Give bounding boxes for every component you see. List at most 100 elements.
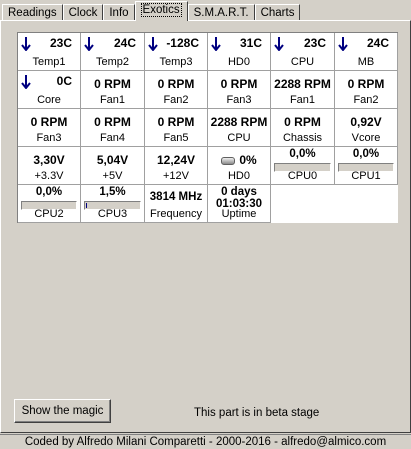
sensor-label: MB	[357, 56, 375, 68]
sensor-value: 0,0%	[352, 148, 380, 160]
sensor-label: HD0	[227, 56, 250, 68]
sensor-cell-fan5: 0 RPM Fan5	[145, 109, 208, 147]
tab-strip: Readings Clock Info Exotics S.M.A.R.T. Charts	[2, 1, 301, 21]
sensor-value: 0,0%	[289, 148, 316, 160]
sensor-label: +3.3V	[34, 170, 64, 182]
sensor-value: 31C	[239, 36, 262, 50]
tab-readings[interactable]: Readings	[2, 4, 63, 21]
tab-charts[interactable]: Charts	[254, 4, 301, 21]
sensor-label: Fan3	[226, 94, 252, 106]
sensor-value: 0 days 01:03:30	[208, 186, 270, 210]
sensor-value: 0,0%	[35, 186, 63, 198]
tab-label: S.M.A.R.T.	[193, 7, 249, 19]
sensor-label: +12V	[163, 170, 189, 182]
sensor-value: 0 RPM	[284, 115, 321, 129]
sensor-label: CPU1	[351, 170, 381, 182]
sensor-value: 12,24V	[156, 153, 196, 167]
sensor-cell-fan3: 0 RPM Fan3	[18, 109, 81, 147]
sensor-cell-cpu3: 1,5% CPU3	[81, 185, 145, 223]
sensor-cell-fan1: 2288 RPM Fan1	[271, 71, 335, 109]
sensor-value: -128C	[166, 36, 199, 50]
sensor-label: Fan2	[353, 94, 379, 106]
sensor-cell-chassis: 0 RPM Chassis	[271, 109, 335, 147]
sensor-label: Fan3	[36, 132, 62, 144]
sensor-cell-fan2: 0 RPM Fan2	[145, 71, 208, 109]
uptime-days: 0 days	[221, 186, 257, 198]
sensor-value: 1,5%	[99, 186, 126, 198]
sensor-label: Temp3	[159, 56, 193, 68]
tab-label: Info	[109, 7, 129, 19]
sensor-label: Temp1	[32, 56, 66, 68]
sensor-label: HD0	[227, 170, 250, 182]
sensor-label: Fan1	[289, 94, 316, 106]
sensor-label: Fan1	[99, 94, 126, 106]
tab-label: Readings	[8, 7, 57, 19]
sensor-value: 24C	[113, 36, 136, 50]
beta-notice: This part is in beta stage	[194, 407, 320, 419]
sensor-value: 3,30V	[33, 153, 65, 167]
sensor-label: Frequency	[150, 208, 202, 220]
sensor-value: 0 RPM	[30, 115, 68, 129]
sensor-cell-fan3: 0 RPM Fan3	[208, 71, 271, 109]
sensor-label: CPU2	[34, 208, 64, 220]
sensor-cell-cpu0: 0,0% CPU0	[271, 147, 335, 185]
sensor-value: 0 RPM	[347, 77, 385, 91]
sensor-cell-cpu1: 0,0% CPU1	[335, 147, 398, 185]
sensor-label: CPU	[227, 132, 251, 144]
tab-label: Clock	[68, 7, 98, 19]
sensor-value: 0 RPM	[157, 115, 195, 129]
sensor-cell-hd0: 31C HD0	[208, 33, 271, 71]
sensor-label: Fan5	[163, 132, 189, 144]
sensor-cell-cpu: 2288 RPM CPU	[208, 109, 271, 147]
sensor-cell-temp2: 24C Temp2	[81, 33, 145, 71]
exotics-panel: 23C Temp1 24C Temp2 -128C Temp3 31C HD0 23C CPU 24…	[0, 20, 411, 433]
sensor-cell--5v: 5,04V +5V	[81, 147, 145, 185]
sensor-value: 0%	[208, 153, 270, 167]
tab-label: Exotics	[140, 3, 182, 17]
sensor-value: 0 RPM	[94, 115, 131, 129]
tab-clock[interactable]: Clock	[62, 4, 104, 21]
sensor-label: Fan4	[99, 132, 126, 144]
sensor-label: Core	[37, 94, 61, 106]
sensor-cell-vcore: 0,92V Vcore	[335, 109, 398, 147]
sensor-cell-frequency: 3814 MHz Frequency	[145, 185, 208, 223]
sensor-label: Temp2	[95, 56, 130, 68]
sensor-cell-hd0: 0% HD0	[208, 147, 271, 185]
sensor-cell-temp1: 23C Temp1	[18, 33, 81, 71]
show-magic-button[interactable]: Show the magic	[14, 399, 111, 423]
sensor-cell-cpu2: 0,0% CPU2	[18, 185, 81, 223]
sensor-label: Vcore	[351, 132, 381, 144]
sensor-cell-temp3: -128C Temp3	[145, 33, 208, 71]
sensor-cell--12v: 12,24V +12V	[145, 147, 208, 185]
tab-label: Charts	[260, 7, 295, 19]
sensor-value: 2288 RPM	[274, 77, 331, 91]
sensor-label: Fan2	[163, 94, 189, 106]
sensor-cell-mb: 24C MB	[335, 33, 398, 71]
sensor-value: 0 RPM	[220, 77, 258, 91]
sensor-cell-core: 0C Core	[18, 71, 81, 109]
sensor-value: 0 RPM	[157, 77, 195, 91]
sensor-grid: 23C Temp1 24C Temp2 -128C Temp3 31C HD0 23C CPU 24…	[17, 32, 398, 223]
sensor-value: 2288 RPM	[210, 115, 268, 129]
sensor-value: 0C	[56, 74, 72, 88]
sensor-label: CPU	[290, 56, 315, 68]
sensor-value: 0 RPM	[94, 77, 131, 91]
sensor-cell--3-3v: 3,30V +3.3V	[18, 147, 81, 185]
sensor-label: CPU3	[97, 208, 128, 220]
sensor-cell-fan4: 0 RPM Fan4	[81, 109, 145, 147]
sensor-value-text: 0%	[239, 153, 257, 167]
sensor-cell-fan1: 0 RPM Fan1	[81, 71, 145, 109]
sensor-label: CPU0	[287, 170, 318, 182]
sensor-value: 5,04V	[96, 153, 129, 167]
footer-credits: Coded by Alfredo Milani Comparetti - 200…	[0, 434, 411, 449]
sensor-cell-fan2: 0 RPM Fan2	[335, 71, 398, 109]
tab-info[interactable]: Info	[103, 4, 135, 21]
sensor-value: 24C	[366, 36, 389, 50]
app-window: Readings Clock Info Exotics S.M.A.R.T. Charts…	[0, 0, 411, 449]
tab-s-m-a-r-t[interactable]: S.M.A.R.T.	[187, 4, 255, 21]
sensor-label: Uptime	[221, 208, 257, 220]
sensor-cell-cpu: 23C CPU	[271, 33, 335, 71]
sensor-value: 23C	[49, 36, 72, 50]
tab-exotics[interactable]: Exotics	[134, 1, 188, 21]
sensor-label: +5V	[102, 170, 123, 182]
